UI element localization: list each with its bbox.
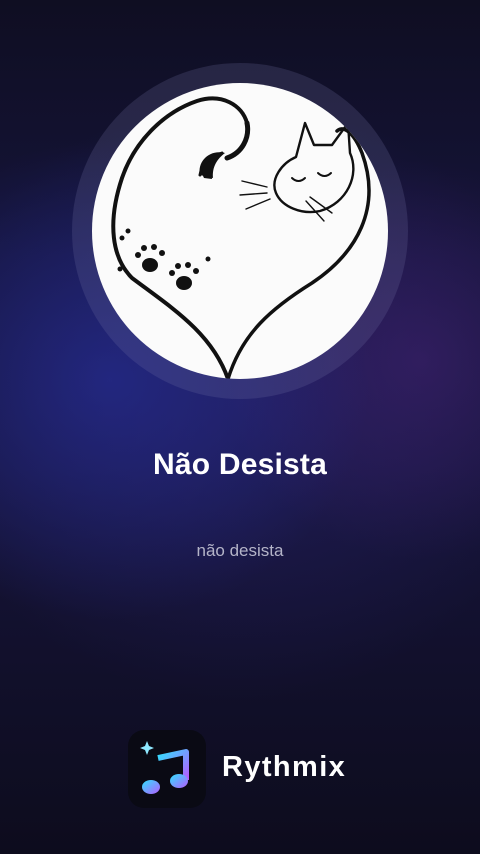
music-note-icon bbox=[128, 730, 206, 808]
brand-logo: Rythmix bbox=[128, 730, 388, 808]
song-subtitle: não desista bbox=[196, 541, 284, 560]
song-title: Não Desista bbox=[153, 448, 327, 481]
cat-heart-artwork bbox=[111, 96, 371, 379]
brand-name: Rythmix bbox=[222, 751, 347, 783]
album-artwork bbox=[92, 83, 388, 379]
